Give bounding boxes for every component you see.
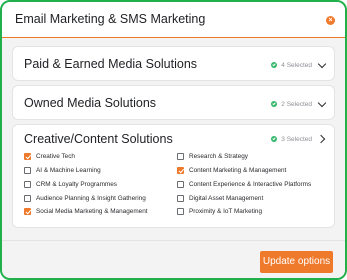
selected-count: 2 Selected [281, 100, 312, 108]
option-label: Social Media Marketing & Management [36, 208, 148, 215]
option-social-media[interactable]: Social Media Marketing & Management [24, 208, 148, 215]
update-options-button[interactable]: Update options [260, 251, 333, 273]
option-digital-asset[interactable]: Digital Asset Management [177, 195, 263, 202]
section-title: Owned Media Solutions [24, 96, 157, 110]
checkbox[interactable] [24, 167, 31, 174]
section-status: 2 Selected [271, 100, 326, 108]
checkbox[interactable] [24, 195, 31, 202]
section-status: 4 Selected [271, 61, 326, 69]
checkbox[interactable] [177, 208, 184, 215]
option-label: Proximity & IoT Marketing [189, 208, 263, 215]
check-circle-icon [271, 101, 278, 107]
check-circle-icon [271, 62, 278, 68]
section-status: 3 Selected [271, 135, 326, 143]
option-label: CRM & Loyalty Programmes [36, 181, 117, 188]
option-label: Audience Planning & Insight Gathering [36, 195, 146, 202]
option-research-strategy[interactable]: Research & Strategy [177, 153, 248, 160]
option-ai-ml[interactable]: AI & Machine Learning [24, 167, 101, 174]
close-icon[interactable]: × [326, 16, 335, 25]
chevron-down-icon[interactable] [318, 61, 326, 69]
option-crm-loyalty[interactable]: CRM & Loyalty Programmes [24, 181, 117, 188]
checkbox[interactable] [24, 181, 31, 188]
chevron-right-icon[interactable] [318, 135, 326, 143]
option-label: AI & Machine Learning [36, 167, 101, 174]
option-label: Content Marketing & Management [189, 167, 287, 174]
checkbox-checked[interactable] [24, 153, 31, 160]
option-label: Research & Strategy [189, 153, 248, 160]
section-creative-content: Creative/Content Solutions 3 Selected Cr… [12, 124, 335, 228]
section-title: Paid & Earned Media Solutions [24, 57, 198, 71]
checkbox-checked[interactable] [177, 167, 184, 174]
checkbox-checked[interactable] [24, 208, 31, 215]
modal-footer: Update options [2, 240, 345, 278]
modal-title: Email Marketing & SMS Marketing [15, 12, 206, 26]
check-circle-icon [271, 136, 278, 142]
chevron-down-icon[interactable] [318, 100, 326, 108]
section-paid-earned[interactable]: Paid & Earned Media Solutions 4 Selected [12, 46, 335, 81]
selected-count: 3 Selected [281, 135, 312, 143]
section-owned-media[interactable]: Owned Media Solutions 2 Selected [12, 85, 335, 120]
option-label: Creative Tech [36, 153, 75, 160]
section-title[interactable]: Creative/Content Solutions [24, 132, 173, 146]
option-label: Digital Asset Management [189, 195, 264, 202]
option-creative-tech[interactable]: Creative Tech [24, 153, 75, 160]
modal-frame: Email Marketing & SMS Marketing × Paid &… [0, 0, 347, 280]
modal-header: Email Marketing & SMS Marketing × [2, 2, 345, 38]
option-content-experience[interactable]: Content Experience & Interactive Platfor… [177, 181, 311, 188]
checkbox[interactable] [177, 195, 184, 202]
option-label: Content Experience & Interactive Platfor… [189, 181, 312, 188]
checkbox[interactable] [177, 181, 184, 188]
option-audience-planning[interactable]: Audience Planning & Insight Gathering [24, 195, 146, 202]
option-proximity-iot[interactable]: Proximity & IoT Marketing [177, 208, 262, 215]
checkbox[interactable] [177, 153, 184, 160]
selected-count: 4 Selected [281, 61, 312, 69]
option-content-marketing[interactable]: Content Marketing & Management [177, 167, 286, 174]
